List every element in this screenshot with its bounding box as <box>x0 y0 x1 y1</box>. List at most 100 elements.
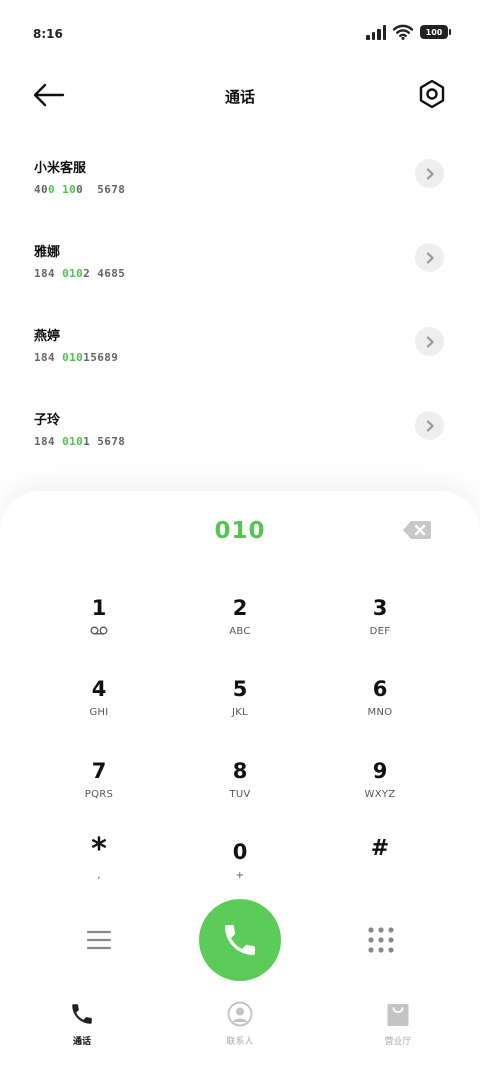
tab-label: 通话 <box>72 1037 91 1047</box>
dialpad-sheet: 010 1 2 ABC 3 DEF 4 GHI 5 JKL 6 MNO 7 PQ… <box>0 491 480 1067</box>
key-digit: 1 <box>91 596 107 620</box>
contact-list: 小米客服 400 100 5678 雅娜 184 0102 4685 燕婷 18… <box>0 133 480 469</box>
contact-detail-button[interactable] <box>415 243 444 272</box>
chevron-right-icon <box>426 251 434 264</box>
key-digit: 7 <box>91 759 107 783</box>
keypad-toggle-button[interactable] <box>367 926 395 954</box>
phone-icon <box>72 1004 92 1024</box>
key-1[interactable]: 1 <box>44 595 154 667</box>
contact-name: 燕婷 <box>34 329 61 344</box>
phone-icon <box>225 925 255 955</box>
tab-label: 营业厅 <box>384 1037 412 1047</box>
key-letters: TUV <box>229 789 251 800</box>
key-digit: * <box>91 832 107 867</box>
contact-name: 小米客服 <box>34 161 87 176</box>
menu-icon <box>86 930 112 950</box>
contact-number: 184 0101 5678 <box>34 435 125 448</box>
backspace-icon <box>403 521 431 539</box>
contact-number: 184 0102 4685 <box>34 267 125 280</box>
bottom-tab-bar: 通话 联系人 营业厅 <box>0 989 480 1067</box>
tab-service-hall[interactable]: 营业厅 <box>358 999 438 1047</box>
key-digit: 6 <box>372 677 388 701</box>
key-letters: GHI <box>89 707 109 718</box>
chevron-right-icon <box>426 335 434 348</box>
key-3[interactable]: 3 DEF <box>325 595 435 667</box>
key-7[interactable]: 7 PQRS <box>44 758 154 830</box>
number-segment: 184 <box>34 351 63 364</box>
status-time: 8:16 <box>33 27 63 41</box>
key-8[interactable]: 8 TUV <box>185 758 295 830</box>
number-segment: 40 <box>34 183 49 196</box>
key-star[interactable]: * , <box>44 835 154 907</box>
contact-number: 184 01015689 <box>34 351 118 364</box>
key-letters: , <box>97 870 101 881</box>
contact-item[interactable]: 雅娜 184 0102 4685 <box>0 217 480 301</box>
tab-contacts[interactable]: 联系人 <box>200 999 280 1047</box>
call-button[interactable] <box>199 899 281 981</box>
app-bar: 通话 <box>0 72 480 118</box>
key-letters: DEF <box>369 626 391 637</box>
battery-level: 100 <box>425 27 443 37</box>
voicemail-icon <box>90 626 108 635</box>
contact-item[interactable]: 燕婷 184 01015689 <box>0 301 480 385</box>
contact-detail-button[interactable] <box>415 327 444 356</box>
key-letters <box>44 626 154 638</box>
backspace-button[interactable] <box>402 520 432 540</box>
tab-calls[interactable]: 通话 <box>42 999 122 1047</box>
chevron-right-icon <box>426 167 434 180</box>
tab-label: 联系人 <box>226 1037 254 1047</box>
key-hash[interactable]: # <box>325 835 435 907</box>
key-letters: WXYZ <box>364 789 396 800</box>
key-letters: ABC <box>229 626 251 637</box>
menu-button[interactable] <box>86 929 112 951</box>
key-digit: 8 <box>232 759 248 783</box>
key-digit: 5 <box>232 677 248 701</box>
settings-icon <box>419 79 445 109</box>
number-match-highlight: 010 <box>62 435 84 448</box>
key-2[interactable]: 2 ABC <box>185 595 295 667</box>
number-match-highlight: 010 <box>62 267 84 280</box>
key-digit: 2 <box>232 596 248 620</box>
wifi-icon <box>393 24 413 40</box>
settings-button[interactable] <box>417 78 447 110</box>
contact-item[interactable]: 小米客服 400 100 5678 <box>0 133 480 217</box>
key-digit: # <box>370 836 390 861</box>
key-letters: MNO <box>367 707 393 718</box>
number-segment: 184 <box>34 435 63 448</box>
person-icon <box>227 1001 253 1027</box>
key-letters: JKL <box>232 707 248 718</box>
number-segment: 0 5678 <box>76 183 126 196</box>
battery-indicator: 100 <box>420 25 451 39</box>
key-6[interactable]: 6 MNO <box>325 676 435 748</box>
key-4[interactable]: 4 GHI <box>44 676 154 748</box>
contact-detail-button[interactable] <box>415 159 444 188</box>
number-segment: 184 <box>34 267 63 280</box>
number-segment: 15689 <box>83 351 119 364</box>
key-5[interactable]: 5 JKL <box>185 676 295 748</box>
number-segment: 1 5678 <box>83 435 126 448</box>
signal-icon <box>366 24 386 40</box>
keypad-icon <box>368 927 394 953</box>
number-match-highlight: 10 <box>62 183 77 196</box>
contact-name: 子玲 <box>34 413 61 428</box>
shopping-bag-icon <box>387 1004 409 1026</box>
number-match-highlight: 010 <box>62 351 84 364</box>
status-icons: 100 <box>366 24 451 40</box>
number-segment: 2 4685 <box>83 267 126 280</box>
page-title: 通话 <box>224 88 255 106</box>
key-digit: 3 <box>372 596 388 620</box>
key-letters <box>325 868 435 880</box>
key-digit: 9 <box>372 759 388 783</box>
contact-detail-button[interactable] <box>415 411 444 440</box>
key-letters: PQRS <box>84 789 114 800</box>
contact-name: 雅娜 <box>34 245 61 260</box>
contact-item[interactable]: 子玲 184 0101 5678 <box>0 385 480 469</box>
key-digit: 0 <box>232 840 248 864</box>
dialer-action-row <box>0 899 480 981</box>
key-letters: + <box>235 870 245 881</box>
key-9[interactable]: 9 WXYZ <box>325 758 435 830</box>
key-digit: 4 <box>91 677 107 701</box>
status-bar: 8:16 100 <box>0 0 480 68</box>
contact-number: 400 100 5678 <box>34 183 125 196</box>
chevron-right-icon <box>426 419 434 432</box>
